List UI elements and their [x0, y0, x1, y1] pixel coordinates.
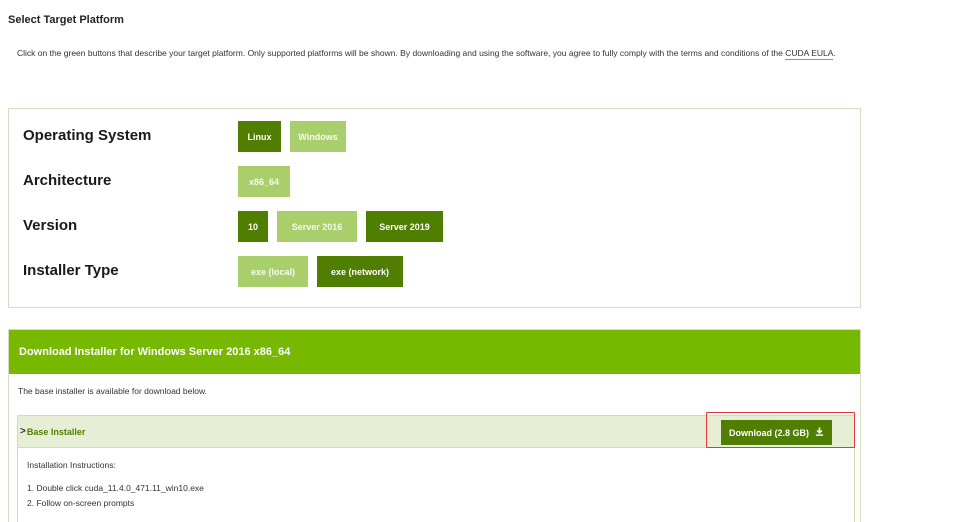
- intro-paragraph: Click on the green buttons that describe…: [17, 46, 847, 61]
- platform-selector-panel: Operating System Linux Windows Architect…: [8, 108, 861, 308]
- option-linux[interactable]: Linux: [238, 121, 281, 152]
- installation-instructions: Installation Instructions: 1. Double cli…: [17, 448, 855, 522]
- instruction-step: 1. Double click cuda_11.4.0_471.11_win10…: [27, 483, 204, 493]
- option-exe-network[interactable]: exe (network): [317, 256, 403, 287]
- option-exe-local[interactable]: exe (local): [238, 256, 308, 287]
- instructions-list: 1. Double click cuda_11.4.0_471.11_win10…: [27, 481, 204, 511]
- architecture-options: x86_64: [238, 166, 299, 197]
- intro-text: Click on the green buttons that describe…: [17, 48, 783, 58]
- download-panel: Download Installer for Windows Server 20…: [8, 329, 861, 522]
- installer-type-label: Installer Type: [23, 262, 119, 279]
- row-installer-type: Installer Type exe (local) exe (network): [9, 256, 860, 288]
- page-heading: Select Target Platform: [8, 14, 124, 26]
- option-x86-64[interactable]: x86_64: [238, 166, 290, 197]
- chevron-right-icon: >: [20, 426, 26, 437]
- version-options: 10 Server 2016 Server 2019: [238, 211, 452, 242]
- download-description: The base installer is available for down…: [18, 386, 208, 396]
- row-operating-system: Operating System Linux Windows: [9, 121, 860, 153]
- download-header: Download Installer for Windows Server 20…: [9, 330, 860, 374]
- installer-type-options: exe (local) exe (network): [238, 256, 412, 287]
- operating-system-label: Operating System: [23, 127, 152, 144]
- operating-system-options: Linux Windows: [238, 121, 355, 152]
- instruction-step: 2. Follow on-screen prompts: [27, 498, 135, 508]
- row-architecture: Architecture x86_64: [9, 166, 860, 198]
- option-windows[interactable]: Windows: [290, 121, 346, 152]
- intro-end: .: [833, 48, 836, 58]
- base-installer-label: Base Installer: [26, 426, 86, 437]
- download-button[interactable]: Download (2.8 GB): [720, 420, 832, 445]
- option-server-2016[interactable]: Server 2016: [277, 211, 357, 242]
- row-version: Version 10 Server 2016 Server 2019: [9, 211, 860, 243]
- instructions-title: Installation Instructions:: [27, 460, 116, 470]
- download-icon: [815, 427, 824, 438]
- option-version-10[interactable]: 10: [238, 211, 268, 242]
- option-server-2019[interactable]: Server 2019: [366, 211, 443, 242]
- cuda-eula-link[interactable]: CUDA EULA: [785, 48, 834, 60]
- architecture-label: Architecture: [23, 172, 112, 189]
- base-installer-toggle[interactable]: > Base Installer: [20, 426, 85, 437]
- base-installer-row: > Base Installer Download (2.8 GB): [17, 415, 855, 448]
- download-button-label: Download (2.8 GB): [728, 427, 809, 438]
- version-label: Version: [23, 217, 78, 234]
